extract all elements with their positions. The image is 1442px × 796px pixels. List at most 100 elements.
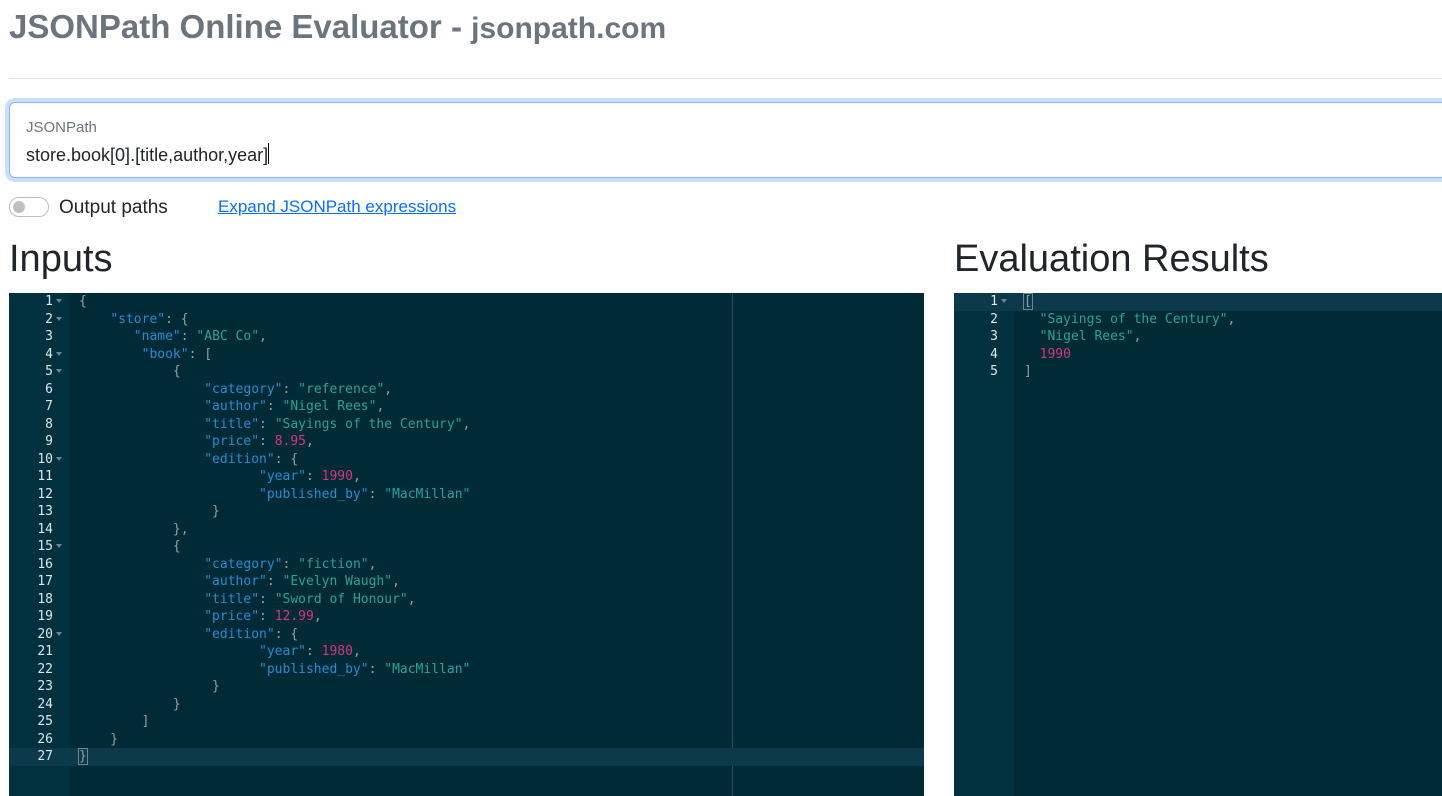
input-code-line[interactable]: 25 ] bbox=[9, 713, 924, 731]
code-token-pun bbox=[79, 662, 259, 677]
jsonpath-input[interactable]: store.book[0].[title,author,year] bbox=[26, 143, 270, 166]
input-code-line[interactable]: 22 "published_by": "MacMillan" bbox=[9, 661, 924, 679]
input-code-line[interactable]: 5 { bbox=[9, 363, 924, 381]
expand-jsonpath-link[interactable]: Expand JSONPath expressions bbox=[218, 197, 456, 217]
result-code-line[interactable]: 2 "Sayings of the Century", bbox=[954, 311, 1442, 329]
code-text: "book": [ bbox=[79, 346, 212, 364]
code-token-str: "MacMillan" bbox=[384, 486, 471, 502]
code-token-key: "year" bbox=[259, 644, 306, 659]
code-token-pun: , bbox=[368, 556, 377, 572]
fold-arrow-icon[interactable] bbox=[56, 351, 62, 356]
code-token-pun: , bbox=[306, 434, 314, 449]
code-token-pun: : bbox=[266, 574, 283, 589]
input-code-line[interactable]: 20 "edition": { bbox=[9, 626, 924, 644]
code-text: { bbox=[79, 293, 87, 311]
code-text: } bbox=[79, 503, 220, 521]
code-text: ] bbox=[79, 713, 150, 731]
input-code-line[interactable]: 19 "price": 12.99, bbox=[9, 608, 924, 626]
code-token-pun bbox=[79, 609, 204, 624]
input-code-line[interactable]: 3 "name": "ABC Co", bbox=[9, 328, 924, 346]
code-token-pun bbox=[79, 627, 204, 642]
code-token-pun: : bbox=[282, 556, 299, 572]
code-token-key: "edition" bbox=[204, 451, 275, 467]
line-number: 4 bbox=[990, 346, 998, 362]
line-number: 2 bbox=[45, 311, 53, 327]
input-editor[interactable]: 1{2 "store": {3 "name": "ABC Co", 4 "book… bbox=[9, 293, 924, 796]
input-code-line[interactable]: 10 "edition": { bbox=[9, 451, 924, 469]
code-token-pun bbox=[1024, 329, 1040, 344]
fold-arrow-icon[interactable] bbox=[56, 299, 62, 303]
code-token-num: 1980 bbox=[321, 644, 353, 659]
input-code-line[interactable]: 17 "author": "Evelyn Waugh", bbox=[9, 573, 924, 591]
input-code-line[interactable]: 21 "year": 1980, bbox=[9, 643, 924, 661]
input-code-line[interactable]: 24 } bbox=[9, 696, 924, 714]
code-token-pun bbox=[79, 382, 204, 397]
code-text: "author": "Nigel Rees", bbox=[79, 398, 384, 416]
code-token-pun: , bbox=[376, 399, 385, 414]
code-token-num: 12.99 bbox=[274, 609, 314, 624]
input-code-line[interactable]: 2 "store": { bbox=[9, 311, 924, 329]
toggle-knob bbox=[13, 201, 25, 213]
code-text: "Sayings of the Century", bbox=[1024, 311, 1236, 329]
code-token-pun: : bbox=[259, 416, 275, 432]
input-code-line[interactable]: 1{ bbox=[9, 293, 924, 311]
code-token-pun: } bbox=[79, 696, 181, 712]
result-code-line[interactable]: 5] bbox=[954, 363, 1442, 381]
output-paths-toggle[interactable] bbox=[9, 197, 49, 217]
input-code-line[interactable]: 4 "book": [ bbox=[9, 346, 924, 364]
result-code-line[interactable]: 1[ bbox=[954, 293, 1442, 311]
input-code-line[interactable]: 7 "author": "Nigel Rees", bbox=[9, 398, 924, 416]
input-code-line[interactable]: 27} bbox=[9, 748, 924, 766]
input-code-line[interactable]: 9 "price": 8.95, bbox=[9, 433, 924, 451]
code-token-pun: : bbox=[180, 329, 197, 344]
code-token-pun: , bbox=[1227, 311, 1236, 327]
code-token-pun: , bbox=[407, 591, 416, 607]
input-code-line[interactable]: 18 "title": "Sword of Honour", bbox=[9, 591, 924, 609]
code-text: "year": 1980, bbox=[79, 643, 361, 661]
code-text: { bbox=[79, 363, 181, 381]
input-code-line[interactable]: 14 }, bbox=[9, 521, 924, 539]
result-editor[interactable]: 1[2 "Sayings of the Century", 3 "Nigel Re… bbox=[954, 293, 1442, 796]
code-text: "name": "ABC Co", bbox=[79, 328, 267, 346]
fold-arrow-icon[interactable] bbox=[56, 456, 62, 461]
input-code-line[interactable]: 12 "published_by": "MacMillan" bbox=[9, 486, 924, 504]
code-token-pun: : bbox=[368, 486, 385, 502]
fold-arrow-icon[interactable] bbox=[56, 369, 62, 373]
line-number: 20 bbox=[37, 626, 53, 642]
line-number: 16 bbox=[37, 556, 53, 572]
code-token-num: 1990 bbox=[1039, 346, 1071, 362]
line-number: 8 bbox=[45, 416, 53, 432]
line-number: 1 bbox=[45, 294, 53, 309]
result-code-line[interactable]: 3 "Nigel Rees", bbox=[954, 328, 1442, 346]
code-token-pun: , bbox=[1133, 329, 1142, 344]
code-text: "price": 8.95, bbox=[79, 433, 314, 451]
code-token-pun: } bbox=[79, 731, 119, 747]
code-text: ] bbox=[1024, 363, 1032, 381]
code-token-pun: [ bbox=[1023, 293, 1033, 310]
line-number: 22 bbox=[37, 661, 53, 677]
input-code-line[interactable]: 15 { bbox=[9, 538, 924, 556]
jsonpath-label: JSONPath bbox=[26, 119, 97, 136]
fold-arrow-icon[interactable] bbox=[56, 544, 62, 548]
line-number: 2 bbox=[990, 311, 998, 327]
code-token-pun: { bbox=[79, 364, 181, 379]
code-text: }, bbox=[79, 521, 189, 539]
code-token-pun bbox=[79, 469, 259, 484]
input-code-line[interactable]: 26 } bbox=[9, 731, 924, 749]
input-code-line[interactable]: 8 "title": "Sayings of the Century", bbox=[9, 416, 924, 434]
input-code-line[interactable]: 23 } bbox=[9, 678, 924, 696]
input-code-line[interactable]: 11 "year": 1990, bbox=[9, 468, 924, 486]
code-token-pun: { bbox=[79, 539, 181, 554]
code-token-pun: : bbox=[259, 434, 275, 449]
input-code-line[interactable]: 13 } bbox=[9, 503, 924, 521]
fold-arrow-icon[interactable] bbox=[56, 316, 62, 321]
code-token-pun: : bbox=[282, 381, 299, 397]
fold-arrow-icon[interactable] bbox=[1001, 299, 1007, 303]
result-code-line[interactable]: 4 1990 bbox=[954, 346, 1442, 364]
fold-arrow-icon[interactable] bbox=[56, 631, 62, 636]
jsonpath-field[interactable]: JSONPath store.book[0].[title,author,yea… bbox=[9, 102, 1442, 178]
code-token-pun: }, bbox=[79, 521, 189, 537]
input-code-line[interactable]: 6 "category": "reference", bbox=[9, 381, 924, 399]
code-token-pun: ] bbox=[1024, 364, 1032, 379]
input-code-line[interactable]: 16 "category": "fiction", bbox=[9, 556, 924, 574]
